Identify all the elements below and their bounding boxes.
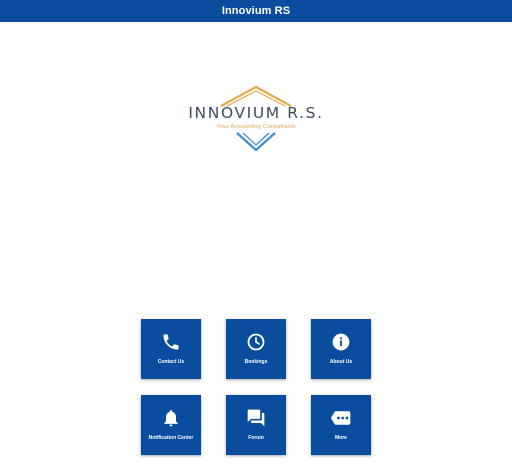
forum-tile[interactable]: Forum [226, 395, 286, 455]
app-title: Innovium RS [221, 5, 291, 17]
contact-us-label: Contact Us [157, 359, 185, 365]
chat-bubbles-icon [245, 407, 267, 429]
phone-icon [160, 331, 182, 353]
info-icon [330, 331, 352, 353]
more-icon [330, 407, 352, 429]
more-tile[interactable]: More [311, 395, 371, 455]
forum-label: Forum [248, 435, 264, 441]
notification-center-label: Notification Center [148, 435, 194, 441]
logo-tagline: Your Accounting Consultants [216, 124, 296, 130]
notification-center-tile[interactable]: Notification Center [141, 395, 201, 455]
bookings-tile[interactable]: Bookings [226, 319, 286, 379]
more-label: More [335, 435, 347, 441]
about-us-label: About Us [329, 359, 353, 365]
clock-icon [245, 331, 267, 353]
bookings-label: Bookings [244, 359, 268, 365]
company-logo: INNOVIUM R.S. Your Accounting Consultant… [0, 84, 512, 156]
contact-us-tile[interactable]: Contact Us [141, 319, 201, 379]
about-us-tile[interactable]: About Us [311, 319, 371, 379]
logo-wordmark: INNOVIUM R.S. [188, 104, 324, 122]
bell-icon [160, 407, 182, 429]
app-header: Innovium RS [0, 0, 512, 22]
